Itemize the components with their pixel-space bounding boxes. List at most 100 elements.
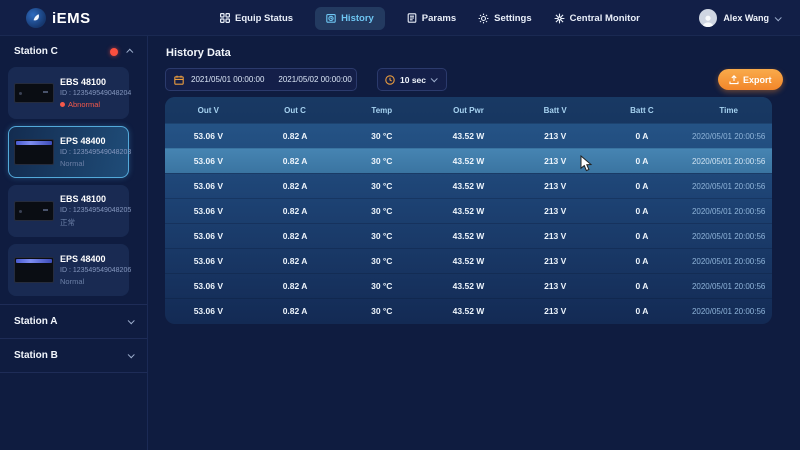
tab-label: Equip Status	[235, 13, 293, 24]
tab-label: Settings	[494, 13, 531, 24]
table-cell: 53.06 V	[165, 306, 252, 316]
table-cell: 30 °C	[338, 231, 425, 241]
table-cell: 2020/05/01 20:00:56	[685, 307, 772, 316]
table-row[interactable]: 53.06 V0.82 A30 °C43.52 W213 V0 A2020/05…	[165, 298, 772, 323]
table-row[interactable]: 53.06 V0.82 A30 °C43.52 W213 V0 A2020/05…	[165, 273, 772, 298]
table-cell: 0.82 A	[252, 256, 339, 266]
tab-equip-status[interactable]: Equip Status	[220, 13, 293, 24]
table-cell: 213 V	[512, 231, 599, 241]
column-header: Batt V	[512, 106, 599, 115]
central-monitor-icon	[554, 13, 565, 24]
table-row[interactable]: 53.06 V0.82 A30 °C43.52 W213 V0 A2020/05…	[165, 248, 772, 273]
table-cell: 0.82 A	[252, 156, 339, 166]
tab-label: History	[341, 13, 374, 24]
sidebar-item-station-c[interactable]: Station C	[0, 36, 147, 65]
table-cell: 0.82 A	[252, 281, 339, 291]
date-range-picker[interactable]: 2021/05/01 00:00:00 2021/05/02 00:00:00	[165, 68, 357, 91]
table-cell: 43.52 W	[425, 181, 512, 191]
column-header: Time	[685, 106, 772, 115]
tab-history[interactable]: History	[315, 7, 385, 30]
column-header: Out C	[252, 106, 339, 115]
table-body: 53.06 V0.82 A30 °C43.52 W213 V0 A2020/05…	[165, 123, 772, 323]
table-cell: 2020/05/01 20:00:56	[685, 182, 772, 191]
table-cell: 0 A	[599, 231, 686, 241]
interval-select[interactable]: 10 sec	[377, 68, 447, 91]
table-cell: 0.82 A	[252, 306, 339, 316]
page-title: History Data	[166, 47, 231, 59]
logo-icon	[26, 8, 46, 28]
table-cell: 53.06 V	[165, 206, 252, 216]
table-cell: 43.52 W	[425, 231, 512, 241]
column-header: Out V	[165, 106, 252, 115]
device-id: ID : 123549549048206	[60, 267, 123, 274]
table-cell: 30 °C	[338, 206, 425, 216]
export-label: Export	[743, 75, 772, 85]
device-card-ebs-48100-204[interactable]: EBS 48100 ID : 123549549048204 Abnormal	[8, 67, 129, 119]
table-cell: 53.06 V	[165, 131, 252, 141]
table-cell: 0 A	[599, 181, 686, 191]
device-status: Normal	[60, 277, 123, 286]
tab-central-monitor[interactable]: Central Monitor	[554, 13, 640, 24]
table-cell: 2020/05/01 20:00:56	[685, 207, 772, 216]
clock-icon	[385, 75, 395, 85]
table-cell: 0 A	[599, 281, 686, 291]
table-row[interactable]: 53.06 V0.82 A30 °C43.52 W213 V0 A2020/05…	[165, 148, 772, 173]
table-cell: 0 A	[599, 156, 686, 166]
table-cell: 30 °C	[338, 131, 425, 141]
table-cell: 30 °C	[338, 306, 425, 316]
export-icon	[729, 75, 739, 85]
divider	[0, 372, 147, 373]
tab-settings[interactable]: Settings	[478, 13, 531, 24]
device-list: EBS 48100 ID : 123549549048204 Abnormal …	[0, 65, 147, 304]
table-row[interactable]: 53.06 V0.82 A30 °C43.52 W213 V0 A2020/05…	[165, 173, 772, 198]
device-thumbnail	[14, 83, 54, 103]
date-to-value: 2021/05/02 00:00:00	[278, 75, 351, 84]
device-status: Normal	[60, 159, 123, 168]
history-icon	[326, 13, 336, 23]
table-cell: 0 A	[599, 206, 686, 216]
table-cell: 53.06 V	[165, 281, 252, 291]
export-button[interactable]: Export	[718, 69, 783, 90]
table-row[interactable]: 53.06 V0.82 A30 °C43.52 W213 V0 A2020/05…	[165, 123, 772, 148]
table-row[interactable]: 53.06 V0.82 A30 °C43.52 W213 V0 A2020/05…	[165, 198, 772, 223]
device-card-eps-48400-203[interactable]: EPS 48400 ID : 123549549048203 Normal	[8, 126, 129, 178]
table-cell: 0.82 A	[252, 131, 339, 141]
table-cell: 43.52 W	[425, 256, 512, 266]
sidebar-item-station-b[interactable]: Station B	[0, 339, 147, 372]
table-cell: 43.52 W	[425, 281, 512, 291]
sidebar-item-station-a[interactable]: Station A	[0, 305, 147, 338]
device-status: Abnormal	[60, 100, 123, 109]
alert-badge	[110, 48, 118, 56]
table-row[interactable]: 53.06 V0.82 A30 °C43.52 W213 V0 A2020/05…	[165, 223, 772, 248]
device-thumbnail	[14, 257, 54, 283]
tab-label: Params	[422, 13, 456, 24]
table-cell: 213 V	[512, 131, 599, 141]
device-card-eps-48400-206[interactable]: EPS 48400 ID : 123549549048206 Normal	[8, 244, 129, 296]
device-name: EBS 48100	[60, 194, 123, 204]
tab-params[interactable]: Params	[407, 13, 456, 24]
chevron-down-icon	[431, 75, 438, 82]
table-cell: 43.52 W	[425, 306, 512, 316]
table-cell: 0 A	[599, 306, 686, 316]
device-id: ID : 123549549048204	[60, 90, 123, 97]
device-name: EPS 48400	[60, 136, 123, 146]
station-sidebar: Station C EBS 48100 ID : 123549549048204…	[0, 36, 148, 450]
table-cell: 53.06 V	[165, 256, 252, 266]
avatar	[699, 9, 717, 27]
chevron-down-icon	[128, 351, 135, 358]
column-header: Out Pwr	[425, 106, 512, 115]
gear-icon	[478, 13, 489, 24]
table-cell: 30 °C	[338, 281, 425, 291]
interval-value: 10 sec	[400, 75, 426, 85]
chevron-down-icon	[775, 14, 782, 21]
device-card-ebs-48100-205[interactable]: EBS 48100 ID : 123549549048205 正常	[8, 185, 129, 237]
station-name: Station B	[14, 350, 128, 361]
app-logo: iEMS	[26, 0, 91, 36]
table-cell: 2020/05/01 20:00:56	[685, 257, 772, 266]
device-name: EPS 48400	[60, 254, 123, 264]
table-cell: 2020/05/01 20:00:56	[685, 157, 772, 166]
table-cell: 43.52 W	[425, 131, 512, 141]
device-thumbnail	[14, 201, 54, 221]
device-id: ID : 123549549048203	[60, 149, 123, 156]
user-menu[interactable]: Alex Wang	[699, 0, 780, 36]
